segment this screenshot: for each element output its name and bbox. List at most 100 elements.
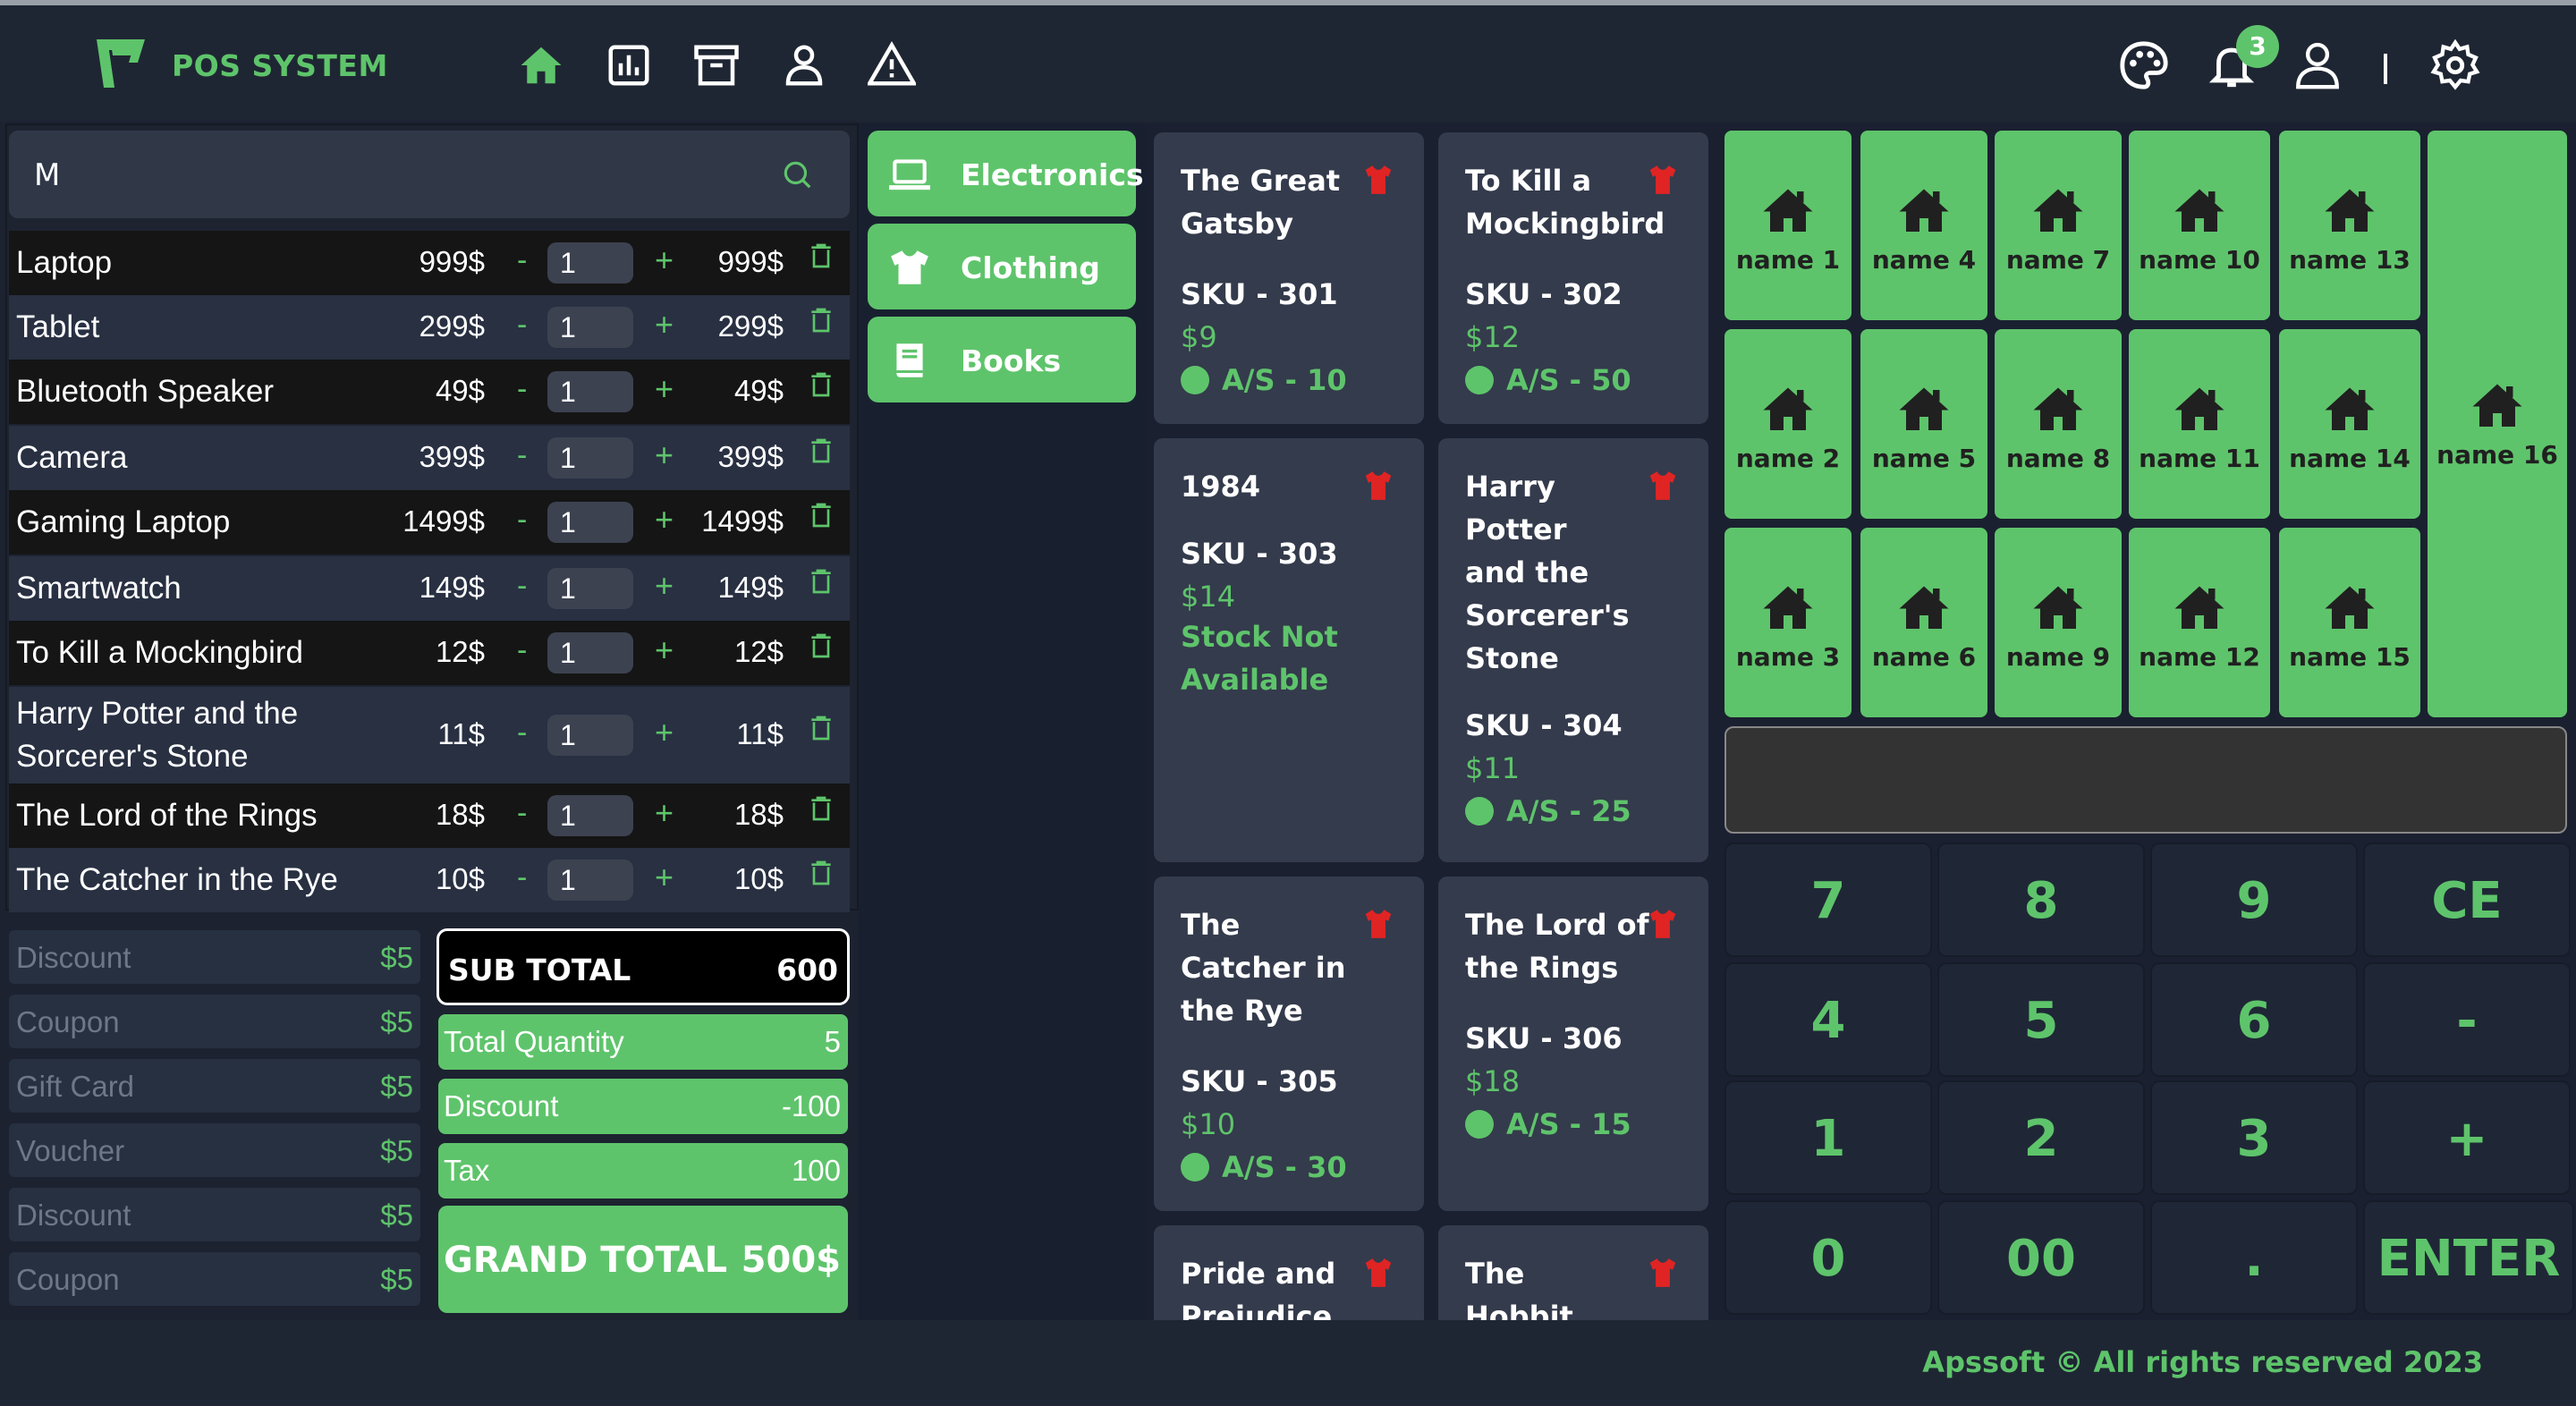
keypad-key[interactable]: 2 — [1937, 1080, 2145, 1195]
keypad-display[interactable] — [1724, 726, 2567, 834]
product-card[interactable]: Pride and Prejudice — [1154, 1225, 1424, 1320]
cart-row[interactable]: Harry Potter and the Sorcerer's Stone 11$… — [9, 687, 850, 783]
trash-icon[interactable] — [807, 856, 835, 890]
cart-row[interactable]: Tablet 299$ -1 +299$ — [9, 295, 850, 360]
keypad-key[interactable]: 0 — [1724, 1200, 1932, 1315]
product-card[interactable]: The Catcher in the Rye SKU - 305 $10 A/S… — [1154, 877, 1424, 1211]
quantity-input[interactable]: 1 — [547, 568, 633, 609]
account-icon[interactable] — [2292, 39, 2343, 91]
quick-tile[interactable]: name 1 — [1724, 131, 1852, 320]
cart-row[interactable]: The Catcher in the Rye 10$ -1 +10$ — [9, 848, 850, 912]
decrement-button[interactable]: - — [517, 716, 527, 750]
quantity-input[interactable]: 1 — [547, 242, 633, 284]
quick-tile[interactable]: name 5 — [1860, 329, 1987, 519]
keypad-key[interactable]: 7 — [1724, 843, 1932, 957]
product-card[interactable]: The Hobbit — [1438, 1225, 1708, 1320]
keypad-key[interactable]: ENTER — [2363, 1200, 2574, 1315]
search-input[interactable]: M — [9, 131, 850, 218]
quick-tile[interactable]: name 15 — [2279, 528, 2420, 717]
quantity-input[interactable]: 1 — [547, 860, 633, 901]
keypad-key[interactable]: 1 — [1724, 1080, 1932, 1195]
quantity-input[interactable]: 1 — [547, 307, 633, 348]
decrement-button[interactable]: - — [517, 633, 527, 668]
discount-option[interactable]: Voucher $5 — [9, 1123, 420, 1177]
quantity-input[interactable]: 1 — [547, 371, 633, 412]
increment-button[interactable]: + — [655, 567, 674, 605]
decrement-button[interactable]: - — [517, 796, 527, 831]
quick-tile[interactable]: name 6 — [1860, 528, 1987, 717]
product-card[interactable]: Harry Potter and the Sorcerer's Stone SK… — [1438, 438, 1708, 862]
quick-tile[interactable]: name 7 — [1995, 131, 2122, 320]
quantity-input[interactable]: 1 — [547, 795, 633, 836]
quick-tile[interactable]: name 11 — [2129, 329, 2270, 519]
discount-option[interactable]: Gift Card $5 — [9, 1059, 420, 1113]
increment-button[interactable]: + — [655, 714, 674, 751]
trash-icon[interactable] — [807, 498, 835, 532]
decrement-button[interactable]: - — [517, 860, 527, 895]
increment-button[interactable]: + — [655, 436, 674, 474]
quick-tile[interactable]: name 12 — [2129, 528, 2270, 717]
increment-button[interactable]: + — [655, 241, 674, 279]
quick-tile[interactable]: name 9 — [1995, 528, 2122, 717]
product-card[interactable]: The Lord of the Rings SKU - 306 $18 A/S … — [1438, 877, 1708, 1211]
warning-icon[interactable] — [866, 41, 918, 89]
keypad-key[interactable]: 9 — [2150, 843, 2358, 957]
keypad-key[interactable]: 4 — [1724, 962, 1932, 1077]
trash-icon[interactable] — [807, 239, 835, 273]
product-card[interactable]: The Great Gatsby SKU - 301 $9 A/S - 10 — [1154, 132, 1424, 424]
user-icon[interactable] — [780, 41, 828, 89]
decrement-button[interactable]: - — [517, 308, 527, 343]
product-card[interactable]: To Kill a Mockingbird SKU - 302 $12 A/S … — [1438, 132, 1708, 424]
decrement-button[interactable]: - — [517, 569, 527, 604]
discount-option[interactable]: Coupon $5 — [9, 995, 420, 1048]
quantity-input[interactable]: 1 — [547, 715, 633, 756]
chart-icon[interactable] — [605, 41, 653, 89]
quick-tile[interactable]: name 13 — [2279, 131, 2420, 320]
keypad-key[interactable]: 6 — [2150, 962, 2358, 1077]
product-card[interactable]: 1984 SKU - 303 $14 Stock Not Available — [1154, 438, 1424, 862]
increment-button[interactable]: + — [655, 631, 674, 669]
trash-icon[interactable] — [807, 711, 835, 745]
keypad-key[interactable]: 5 — [1937, 962, 2145, 1077]
increment-button[interactable]: + — [655, 794, 674, 832]
increment-button[interactable]: + — [655, 370, 674, 408]
trash-icon[interactable] — [807, 564, 835, 598]
decrement-button[interactable]: - — [517, 503, 527, 538]
trash-icon[interactable] — [807, 792, 835, 826]
quick-tile[interactable]: name 3 — [1724, 528, 1852, 717]
keypad-key[interactable]: + — [2363, 1080, 2571, 1195]
trash-icon[interactable] — [807, 368, 835, 402]
discount-option[interactable]: Coupon $5 — [9, 1252, 420, 1306]
quick-tile[interactable]: name 10 — [2129, 131, 2270, 320]
discount-option[interactable]: Discount $5 — [9, 1188, 420, 1241]
decrement-button[interactable]: - — [517, 438, 527, 473]
quantity-input[interactable]: 1 — [547, 437, 633, 479]
cart-row[interactable]: Gaming Laptop 1499$ -1 +1499$ — [9, 490, 850, 555]
trash-icon[interactable] — [807, 629, 835, 663]
quick-tile[interactable]: name 8 — [1995, 329, 2122, 519]
cart-row[interactable]: To Kill a Mockingbird 12$ -1 +12$ — [9, 621, 850, 685]
keypad-key[interactable]: . — [2150, 1200, 2358, 1315]
quick-tile[interactable]: name 14 — [2279, 329, 2420, 519]
trash-icon[interactable] — [807, 434, 835, 468]
quick-tile[interactable]: name 2 — [1724, 329, 1852, 519]
keypad-key[interactable]: 8 — [1937, 843, 2145, 957]
keypad-key[interactable]: 00 — [1937, 1200, 2145, 1315]
keypad-key[interactable]: CE — [2363, 843, 2571, 957]
category-electronics[interactable]: Electronics — [868, 131, 1144, 216]
keypad-key[interactable]: 3 — [2150, 1080, 2358, 1195]
gear-icon[interactable] — [2429, 38, 2481, 91]
cart-row[interactable]: Bluetooth Speaker 49$ -1 +49$ — [9, 360, 850, 424]
cart-row[interactable]: Laptop 999$ -1 +999$ — [9, 231, 850, 295]
trash-icon[interactable] — [807, 303, 835, 337]
archive-icon[interactable] — [692, 41, 741, 89]
quantity-input[interactable]: 1 — [547, 632, 633, 673]
palette-icon[interactable] — [2118, 39, 2170, 91]
decrement-button[interactable]: - — [517, 372, 527, 407]
cart-row[interactable]: The Lord of the Rings 18$ -1 +18$ — [9, 783, 850, 848]
cart-row[interactable]: Camera 399$ -1 +399$ — [9, 426, 850, 490]
decrement-button[interactable]: - — [517, 243, 527, 278]
keypad-key[interactable]: - — [2363, 962, 2571, 1077]
increment-button[interactable]: + — [655, 859, 674, 896]
home-icon[interactable] — [517, 41, 565, 89]
